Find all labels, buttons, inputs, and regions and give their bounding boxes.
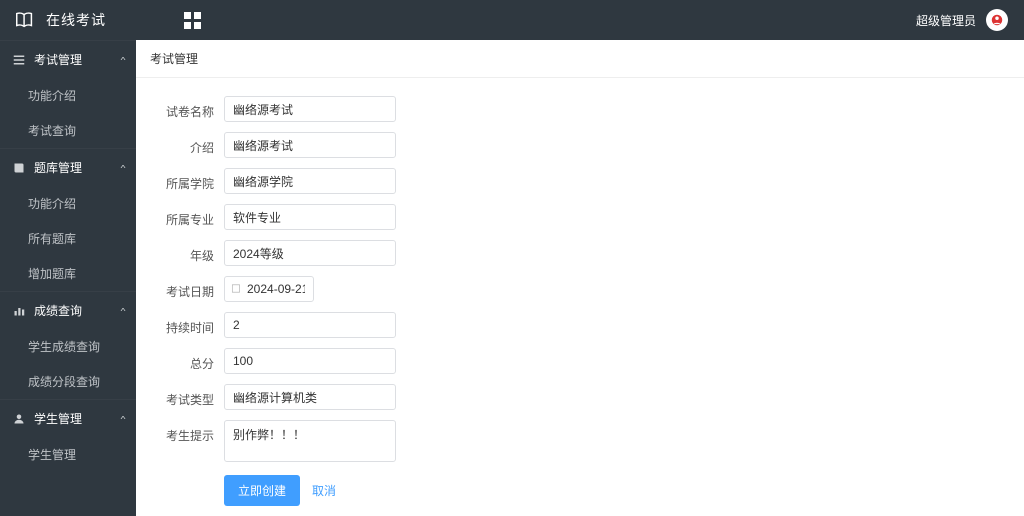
label-college: 所属学院 bbox=[152, 168, 224, 192]
chevron-up-icon: ˄ bbox=[120, 56, 126, 63]
book-icon bbox=[14, 9, 36, 31]
form-card: 试卷名称 介绍 所属学院 所属专业 年级 bbox=[152, 92, 1008, 510]
breadcrumb: 考试管理 bbox=[136, 40, 1024, 78]
chart-icon bbox=[12, 304, 26, 318]
form-actions: 立即创建 取消 bbox=[152, 475, 1008, 506]
sidebar-head-score[interactable]: 成绩查询 ˄ bbox=[0, 292, 136, 329]
label-paper-name: 试卷名称 bbox=[152, 96, 224, 120]
sidebar: 考试管理 ˄ 功能介绍 考试查询 题库管理 ˄ 功能介绍 所有题库 增加题库 bbox=[0, 40, 136, 516]
form-row-exam-date: 考试日期 ☐ bbox=[152, 276, 1008, 302]
input-duration[interactable] bbox=[224, 312, 396, 338]
breadcrumb-text: 考试管理 bbox=[150, 52, 198, 66]
form-row-paper-name: 试卷名称 bbox=[152, 96, 1008, 122]
label-grade: 年级 bbox=[152, 240, 224, 264]
submit-button[interactable]: 立即创建 bbox=[224, 475, 300, 506]
sidebar-head-label: 考试管理 bbox=[34, 51, 82, 68]
form-row-major: 所属专业 bbox=[152, 204, 1008, 230]
label-exam-type: 考试类型 bbox=[152, 384, 224, 408]
sidebar-head-label: 成绩查询 bbox=[34, 302, 82, 319]
input-total[interactable] bbox=[224, 348, 396, 374]
label-total: 总分 bbox=[152, 348, 224, 372]
textarea-tip[interactable] bbox=[224, 420, 396, 462]
sidebar-head-exam[interactable]: 考试管理 ˄ bbox=[0, 41, 136, 78]
sidebar-group-student: 学生管理 ˄ 学生管理 bbox=[0, 399, 136, 472]
sidebar-item-score-segment[interactable]: 成绩分段查询 bbox=[0, 364, 136, 399]
input-grade[interactable] bbox=[224, 240, 396, 266]
sidebar-item-exam-query[interactable]: 考试查询 bbox=[0, 113, 136, 148]
sidebar-item-label: 增加题库 bbox=[28, 267, 76, 281]
input-intro[interactable] bbox=[224, 132, 396, 158]
label-intro: 介绍 bbox=[152, 132, 224, 156]
sidebar-head-student[interactable]: 学生管理 ˄ bbox=[0, 400, 136, 437]
chevron-up-icon: ˄ bbox=[120, 307, 126, 314]
avatar[interactable] bbox=[986, 9, 1008, 31]
input-exam-date[interactable] bbox=[224, 276, 314, 302]
header-right: 超级管理员 bbox=[916, 9, 1008, 31]
sidebar-head-label: 题库管理 bbox=[34, 159, 82, 176]
sidebar-group-question: 题库管理 ˄ 功能介绍 所有题库 增加题库 bbox=[0, 148, 136, 291]
form-panel: 试卷名称 介绍 所属学院 所属专业 年级 bbox=[136, 78, 1024, 516]
sidebar-group-score: 成绩查询 ˄ 学生成绩查询 成绩分段查询 bbox=[0, 291, 136, 399]
sidebar-item-label: 学生成绩查询 bbox=[28, 340, 100, 354]
cancel-link[interactable]: 取消 bbox=[312, 482, 336, 499]
label-exam-date: 考试日期 bbox=[152, 276, 224, 300]
form-row-grade: 年级 bbox=[152, 240, 1008, 266]
apps-icon[interactable] bbox=[184, 12, 201, 29]
input-paper-name[interactable] bbox=[224, 96, 396, 122]
label-major: 所属专业 bbox=[152, 204, 224, 228]
app-title: 在线考试 bbox=[46, 10, 106, 30]
form-row-tip: 考生提示 bbox=[152, 420, 1008, 465]
list-icon bbox=[12, 53, 26, 67]
sidebar-group-exam: 考试管理 ˄ 功能介绍 考试查询 bbox=[0, 40, 136, 148]
form-row-intro: 介绍 bbox=[152, 132, 1008, 158]
sidebar-item-label: 功能介绍 bbox=[28, 89, 76, 103]
sidebar-item-student-manage[interactable]: 学生管理 bbox=[0, 437, 136, 472]
chevron-up-icon: ˄ bbox=[120, 164, 126, 171]
top-header: 在线考试 超级管理员 bbox=[0, 0, 1024, 40]
layout: 考试管理 ˄ 功能介绍 考试查询 题库管理 ˄ 功能介绍 所有题库 增加题库 bbox=[0, 40, 1024, 516]
label-tip: 考生提示 bbox=[152, 420, 224, 444]
form-row-exam-type: 考试类型 bbox=[152, 384, 1008, 410]
form-row-total: 总分 bbox=[152, 348, 1008, 374]
sidebar-item-exam-intro[interactable]: 功能介绍 bbox=[0, 78, 136, 113]
sidebar-item-question-add[interactable]: 增加题库 bbox=[0, 256, 136, 291]
sidebar-item-question-all[interactable]: 所有题库 bbox=[0, 221, 136, 256]
sidebar-item-question-intro[interactable]: 功能介绍 bbox=[0, 186, 136, 221]
input-college[interactable] bbox=[224, 168, 396, 194]
form-row-duration: 持续时间 bbox=[152, 312, 1008, 338]
sidebar-item-label: 考试查询 bbox=[28, 124, 76, 138]
form-row-college: 所属学院 bbox=[152, 168, 1008, 194]
sidebar-item-label: 所有题库 bbox=[28, 232, 76, 246]
header-left: 在线考试 bbox=[14, 9, 201, 31]
user-icon bbox=[12, 412, 26, 426]
sidebar-item-label: 成绩分段查询 bbox=[28, 375, 100, 389]
current-user-name: 超级管理员 bbox=[916, 12, 976, 29]
sidebar-item-student-score[interactable]: 学生成绩查询 bbox=[0, 329, 136, 364]
input-major[interactable] bbox=[224, 204, 396, 230]
main-area: 考试管理 试卷名称 介绍 所属学院 所属专业 bbox=[136, 40, 1024, 516]
input-exam-type[interactable] bbox=[224, 384, 396, 410]
chevron-up-icon: ˄ bbox=[120, 415, 126, 422]
sidebar-item-label: 学生管理 bbox=[28, 448, 76, 462]
sidebar-head-question[interactable]: 题库管理 ˄ bbox=[0, 149, 136, 186]
book-small-icon bbox=[12, 161, 26, 175]
label-duration: 持续时间 bbox=[152, 312, 224, 336]
sidebar-item-label: 功能介绍 bbox=[28, 197, 76, 211]
sidebar-head-label: 学生管理 bbox=[34, 410, 82, 427]
